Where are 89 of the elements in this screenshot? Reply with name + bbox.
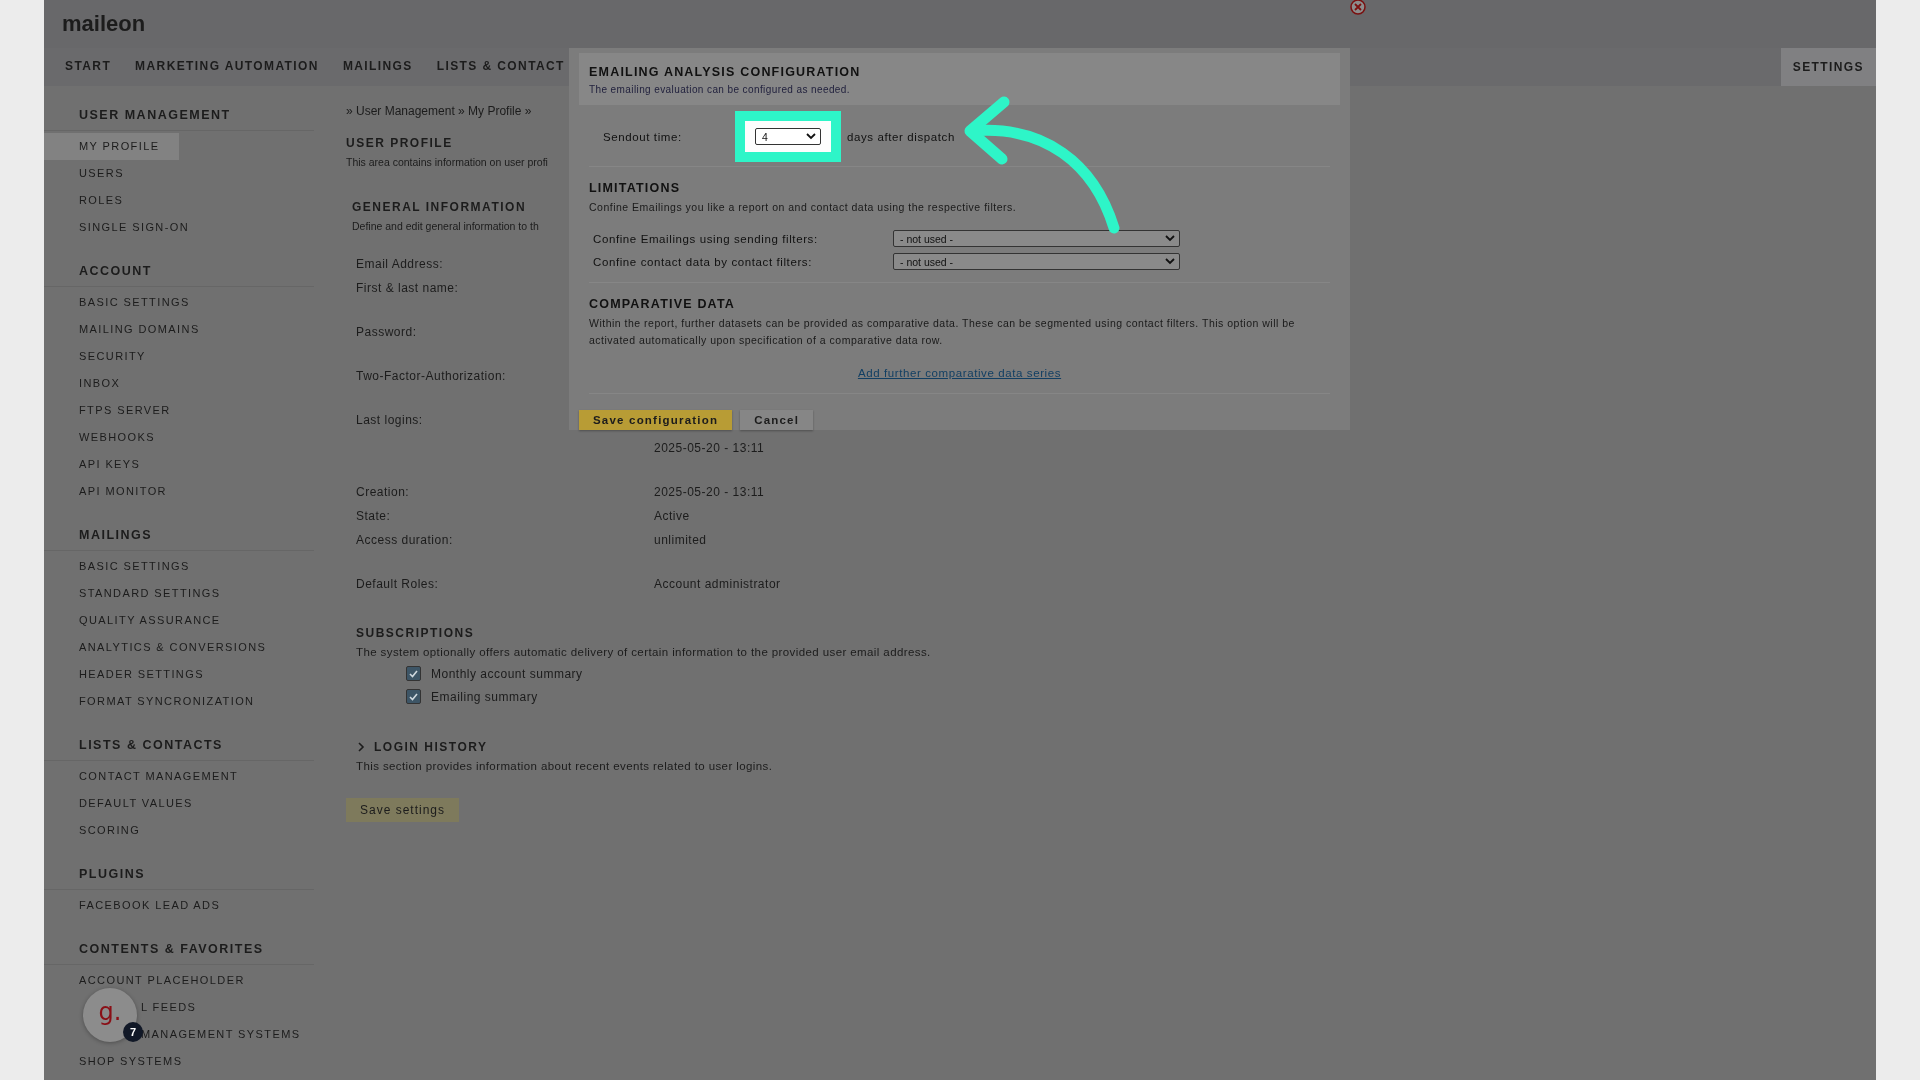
sidebar-item[interactable]: INBOX [44, 370, 141, 397]
sidebar-item[interactable]: L FEEDS [141, 994, 217, 1021]
sidebar-item[interactable]: DEFAULT VALUES [44, 790, 213, 817]
field-value: 2025-05-20 - 13:11 [654, 440, 765, 457]
filter-label: Confine contact data by contact filters: [593, 255, 812, 268]
sidebar-heading: LISTS & CONTACTS [44, 738, 314, 761]
nav-tab[interactable]: START [65, 55, 112, 79]
sendout-label: Sendout time: [603, 130, 683, 143]
checkbox-label: Monthly account summary [431, 666, 583, 681]
breadcrumb[interactable]: » User Management » My Profile » [346, 104, 532, 118]
page-title: USER PROFILE [346, 136, 453, 150]
field-value: unlimited [654, 532, 707, 549]
sidebar-item[interactable]: HEADER SETTINGS [44, 661, 224, 688]
sidebar-item[interactable]: CONTACT MANAGEMENT [44, 763, 259, 790]
sidebar-heading: CONTENTS & FAVORITES [44, 942, 314, 965]
chevron-icon [806, 133, 816, 140]
field-label: Email Address: [356, 256, 444, 273]
nav-tab[interactable]: LISTS & CONTACT [436, 55, 565, 79]
section-heading: LIMITATIONS [589, 181, 682, 195]
sidebar-item[interactable]: WEBHOOKS [44, 424, 175, 451]
field-value: Active [654, 508, 690, 525]
expand-icon[interactable] [356, 742, 366, 752]
section-heading: LOGIN HISTORY [374, 740, 488, 754]
checkbox-label: Emailing summary [431, 689, 538, 704]
sidebar-item[interactable]: ROLES [44, 187, 144, 214]
field-value: Account administrator [654, 576, 781, 593]
sidebar-item[interactable]: API MONITOR [44, 478, 187, 505]
sidebar-item[interactable]: MAILING DOMAINS [44, 316, 220, 343]
sidebar-item[interactable]: STANDARD SETTINGS [44, 580, 241, 607]
sidebar-heading: ACCOUNT [44, 264, 314, 287]
dialog-title: EMAILING ANALYSIS CONFIGURATION [589, 65, 862, 79]
filter-select[interactable]: - not used - [893, 230, 1180, 247]
chevron-icon [1165, 235, 1175, 242]
field-label: First & last name: [356, 280, 459, 297]
sidebar-item[interactable]: FACEBOOK LEAD ADS [44, 892, 241, 919]
field-label: Last logins: [356, 412, 423, 429]
chevron-icon [1165, 258, 1175, 265]
sidebar-heading: USER MANAGEMENT [44, 108, 314, 131]
sidebar-item[interactable]: SECURITY [44, 343, 166, 370]
checkmark-icon [409, 669, 418, 678]
filter-select[interactable]: - not used - [893, 253, 1180, 270]
section-heading: COMPARATIVE DATA [589, 297, 737, 311]
section-description: This section provides information about recent events related to user logins. [356, 760, 773, 772]
sidebar-item[interactable]: API KEYS [44, 451, 161, 478]
settings-tab[interactable]: SETTINGS [1780, 48, 1876, 86]
field-value: 2025-05-20 - 13:11 [654, 484, 765, 501]
field-label: Creation: [356, 484, 410, 501]
logo[interactable]: maileon [62, 11, 146, 37]
checkmark-icon [409, 692, 418, 701]
sidebar-item[interactable]: BASIC SETTINGS [44, 289, 210, 316]
checkbox[interactable] [406, 666, 421, 681]
sidebar-item[interactable]: FTPS SERVER [44, 397, 191, 424]
nav-tab[interactable]: MARKETING AUTOMATION [135, 55, 319, 79]
add-series-link[interactable]: Add further comparative data series [857, 367, 1062, 379]
nav-tab[interactable]: MAILINGS [342, 55, 413, 79]
sidebar-item[interactable]: SHOP SYSTEMS [44, 1048, 203, 1075]
section-description: Confine Emailings you like a report on and contact data using the respective filters. [589, 200, 1018, 215]
sidebar-item[interactable]: ANALYTICS & CONVERSIONS [44, 634, 287, 661]
sidebar-item[interactable]: SCORING [44, 817, 161, 844]
dialog-subtitle: The emailing evaluation can be configured as needed. [589, 84, 851, 95]
sidebar-item[interactable]: QUALITY ASSURANCE [44, 607, 241, 634]
section-heading: GENERAL INFORMATION [352, 200, 527, 214]
save-settings-button[interactable]: Save settings [346, 798, 460, 822]
sendout-select[interactable]: 4 [755, 128, 821, 145]
section-description: Define and edit general information to th [352, 220, 539, 232]
checkbox[interactable] [406, 689, 421, 704]
field-label: Access duration: [356, 532, 453, 549]
sidebar-item[interactable]: SINGLE SIGN-ON [44, 214, 210, 241]
field-label: Two-Factor-Authorization: [356, 368, 506, 385]
field-label: Password: [356, 324, 417, 341]
sendout-suffix: days after dispatch [847, 130, 955, 143]
notification-badge: 7 [123, 1022, 143, 1042]
sidebar-item[interactable]: USERS [44, 160, 144, 187]
save-button[interactable]: Save configuration [579, 410, 733, 430]
sidebar-heading: MAILINGS [44, 528, 314, 551]
sidebar-heading: PLUGINS [44, 867, 314, 890]
sidebar-item[interactable]: BASIC SETTINGS [44, 553, 210, 580]
field-label: Default Roles: [356, 576, 439, 593]
close-icon[interactable] [1350, 0, 1366, 15]
intro-text: This area contains information on user profi [346, 156, 548, 168]
sidebar-item[interactable]: MY PROFILE [44, 133, 180, 160]
sidebar-item[interactable]: MANAGEMENT SYSTEMS [141, 1021, 321, 1048]
section-description: The system optionally offers automatic delivery of certain information to the provided user email address. [356, 646, 931, 658]
section-description: Within the report, further datasets can be provided as comparative data. These can be segmented using contact filters. This option will be activated automatically upon specification of a comparative data row. [589, 316, 1296, 348]
sidebar-item[interactable]: FORMAT SYNCRONIZATION [44, 688, 275, 715]
filter-label: Confine Emailings using sending filters: [593, 232, 818, 245]
section-heading: SUBSCRIPTIONS [356, 626, 475, 640]
cancel-button[interactable]: Cancel [740, 410, 814, 430]
field-label: State: [356, 508, 391, 525]
